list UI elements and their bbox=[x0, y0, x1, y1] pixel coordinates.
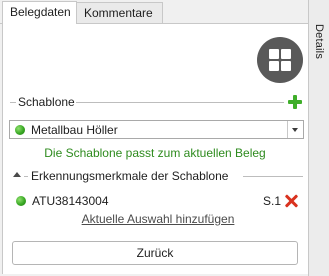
feature-item: ATU38143004 S.1 bbox=[14, 194, 304, 208]
template-section-header: Schablone bbox=[10, 95, 302, 109]
features-section-title: Erkennungsmerkmale der Schablone bbox=[31, 169, 229, 183]
tab-belegdaten[interactable]: Belegdaten bbox=[2, 1, 77, 24]
collapse-caret-icon[interactable] bbox=[13, 172, 21, 177]
tab-bar: Belegdaten Kommentare bbox=[0, 0, 308, 24]
tab-label: Belegdaten bbox=[10, 5, 71, 19]
dropdown-button[interactable] bbox=[287, 121, 303, 138]
status-dot-icon bbox=[15, 125, 25, 135]
sidebar-label: Details bbox=[313, 24, 325, 60]
template-status-text: Die Schablone passt zum aktuellen Beleg bbox=[44, 146, 266, 160]
details-sidebar[interactable]: Details bbox=[308, 0, 329, 276]
feature-value: ATU38143004 bbox=[32, 194, 109, 208]
status-dot-icon bbox=[16, 196, 26, 206]
add-template-button[interactable] bbox=[288, 95, 302, 109]
features-section-header: Erkennungsmerkmale der Schablone bbox=[24, 169, 304, 183]
feature-page: S.1 bbox=[263, 194, 282, 208]
back-button[interactable]: Zurück bbox=[12, 241, 298, 265]
add-current-selection-link[interactable]: Aktuelle Auswahl hinzufügen bbox=[0, 212, 316, 226]
grid-button[interactable] bbox=[257, 37, 303, 83]
template-section-title: Schablone bbox=[18, 95, 75, 109]
tab-kommentare[interactable]: Kommentare bbox=[76, 2, 163, 23]
template-select[interactable]: Metallbau Höller bbox=[9, 120, 304, 139]
chevron-down-icon bbox=[292, 128, 298, 132]
template-select-value: Metallbau Höller bbox=[31, 123, 118, 137]
delete-feature-button[interactable] bbox=[284, 194, 299, 208]
tab-label: Kommentare bbox=[84, 6, 153, 20]
